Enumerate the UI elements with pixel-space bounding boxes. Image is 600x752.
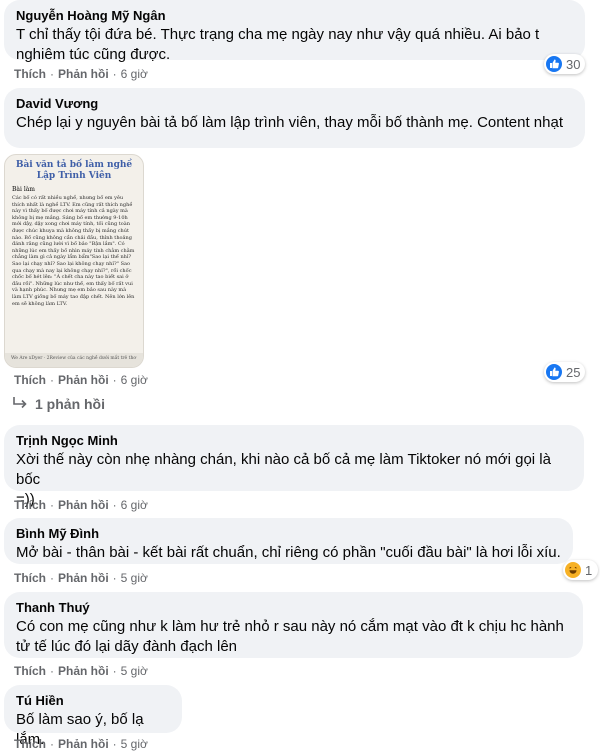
comment-actions: Thích · Phản hồi · 5 giờ (14, 663, 148, 679)
comment-line: Xời thế này còn nhẹ nhàng chán, khi nào … (16, 451, 551, 488)
comment-line: nghiêm túc cũng được. (16, 46, 171, 63)
separator: · (112, 664, 117, 678)
like-link[interactable]: Thích (14, 498, 46, 512)
comment-bubble: Thanh Thuý Có con mẹ cũng như k làm hư t… (4, 592, 583, 658)
separator: · (50, 498, 54, 512)
comment-time[interactable]: 6 giờ (121, 67, 148, 81)
comment-bubble: David Vương Chép lại y nguyên bài tả bố … (4, 88, 585, 148)
separator: · (50, 664, 54, 678)
comment-text: Chép lại y nguyên bài tả bố làm lập trìn… (16, 114, 564, 131)
reply-arrow-icon (10, 396, 32, 412)
reaction-number: 25 (566, 364, 581, 380)
comment-line: T chỉ thấy tội đứa bé. Thực trạng cha mẹ… (16, 26, 540, 43)
comment-actions: Thích · Phản hồi · 6 giờ (14, 372, 148, 388)
essay-heading: Bài làm (12, 186, 35, 193)
comment-time[interactable]: 6 giờ (121, 498, 148, 512)
separator: · (50, 67, 54, 81)
essay-title-line: Bài văn tả bố làm nghề (15, 160, 133, 170)
separator: · (50, 373, 54, 387)
reply-link[interactable]: Phản hồi (58, 664, 109, 678)
comment-line: Có con mẹ cũng như k làm hư trẻ nhỏ r sa… (16, 618, 564, 635)
reply-link[interactable]: Phản hồi (58, 571, 109, 585)
separator: · (112, 373, 117, 387)
haha-icon (565, 562, 581, 578)
reaction-number: 1 (585, 562, 593, 578)
reply-link[interactable]: Phản hồi (58, 737, 109, 751)
essay-body: Các bố có rất nhiều nghề, nhưng bố em yê… (12, 195, 135, 307)
like-icon (546, 56, 562, 72)
comment-author[interactable]: Trịnh Ngọc Minh (16, 432, 572, 449)
comment-time[interactable]: 5 giờ (121, 737, 148, 751)
reply-link[interactable]: Phản hồi (58, 373, 109, 387)
reaction-count[interactable]: 1 (563, 560, 599, 580)
like-link[interactable]: Thích (14, 664, 46, 678)
replies-count-label: 1 phản hồi (35, 396, 105, 412)
comment-time[interactable]: 5 giờ (121, 571, 148, 585)
separator: · (112, 571, 117, 585)
comment-line: tử tế lúc đó lại dãy đành đạch lên (16, 638, 238, 655)
reply-link[interactable]: Phản hồi (58, 498, 109, 512)
like-link[interactable]: Thích (14, 737, 46, 751)
like-link[interactable]: Thích (14, 571, 46, 585)
comment-author[interactable]: Bình Mỹ Đình (16, 525, 561, 542)
reaction-number: 30 (566, 56, 581, 72)
comment-author[interactable]: Nguyễn Hoàng Mỹ Ngân (16, 7, 573, 24)
comment-bubble: Nguyễn Hoàng Mỹ Ngân T chỉ thấy tội đứa … (4, 0, 585, 63)
comment-bubble: Tú Hiền Bố làm sao ý, bố lạ lắm. (4, 685, 182, 748)
comment-author[interactable]: David Vương (16, 95, 573, 112)
separator: · (112, 498, 117, 512)
comment-image-essay[interactable]: Bài văn tả bố làm nghề Lập Trình Viên Bài… (4, 154, 144, 368)
comment-actions: Thích · Phản hồi · 6 giờ (14, 66, 148, 82)
reaction-count[interactable]: 30 (544, 54, 586, 74)
essay-footer: We Are xDyer · 2Review của các nghề dưới… (5, 353, 143, 367)
like-link[interactable]: Thích (14, 373, 46, 387)
reaction-count[interactable]: 25 (544, 362, 586, 382)
separator: · (112, 67, 117, 81)
comment-time[interactable]: 6 giờ (121, 373, 148, 387)
like-link[interactable]: Thích (14, 67, 46, 81)
comment-text: Mở bài - thân bài - kết bài rất chuẩn, c… (16, 544, 561, 561)
comment-time[interactable]: 5 giờ (121, 664, 148, 678)
comment-actions: Thích · Phản hồi · 6 giờ (14, 497, 148, 513)
comment-bubble: Bình Mỹ Đình Mở bài - thân bài - kết bài… (4, 518, 573, 564)
comment-text: Có con mẹ cũng như k làm hư trẻ nhỏ r sa… (16, 617, 571, 657)
separator: · (112, 737, 117, 751)
separator: · (50, 571, 54, 585)
separator: · (50, 737, 54, 751)
essay-title-line: Lập Trình Viên (36, 171, 112, 181)
reply-link[interactable]: Phản hồi (58, 67, 109, 81)
like-icon (546, 364, 562, 380)
comment-bubble: Trịnh Ngọc Minh Xời thế này còn nhẹ nhàn… (4, 425, 584, 508)
comment-author[interactable]: Thanh Thuý (16, 599, 571, 616)
comment-author[interactable]: Tú Hiền (16, 692, 170, 709)
comment-text: T chỉ thấy tội đứa bé. Thực trạng cha mẹ… (16, 25, 573, 65)
essay-title: Bài văn tả bố làm nghề Lập Trình Viên (5, 160, 143, 182)
comment-actions: Thích · Phản hồi · 5 giờ (14, 570, 148, 586)
view-replies-link[interactable]: 1 phản hồi (10, 396, 105, 412)
